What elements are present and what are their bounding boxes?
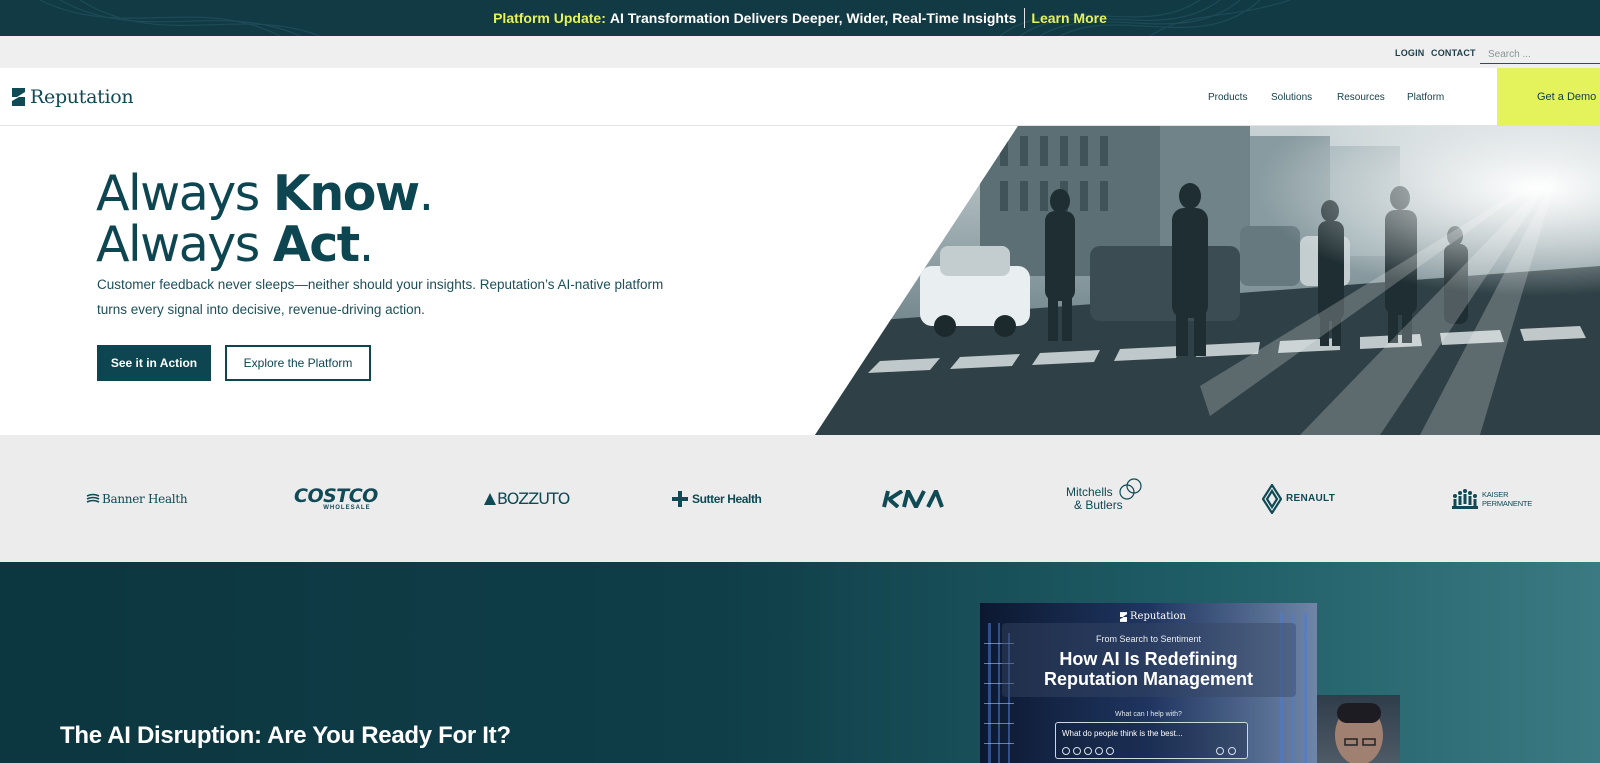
sutter-health-icon <box>672 490 688 507</box>
image-icon <box>1106 747 1114 755</box>
kaiser-people-icon <box>1452 488 1478 509</box>
hero-section: Always Know. Always Act. Customer feedba… <box>0 126 1600 435</box>
see-it-in-action-button[interactable]: See it in Action <box>97 345 211 381</box>
bozzuto-text: BOZZUTO <box>497 489 570 508</box>
promo-title: How AI Is Redefining Reputation Manageme… <box>980 649 1317 689</box>
banner-health-text: Banner Health <box>102 491 188 506</box>
bozzuto-triangle-icon <box>484 492 496 505</box>
attach-icon <box>1084 747 1092 755</box>
headline-line-1: Always Know. <box>96 165 435 222</box>
renault-diamond-icon <box>1262 483 1282 514</box>
explore-platform-button[interactable]: Explore the Platform <box>225 345 371 381</box>
butlers-text: & Butlers <box>1074 497 1123 512</box>
headline-1-bold: Know <box>272 165 420 222</box>
search-field <box>1480 44 1600 64</box>
mitchells-butlers-logo: Mitchells & Butlers <box>1066 435 1142 562</box>
plus-icon <box>1062 747 1070 755</box>
bozzuto-logo: BOZZUTO <box>484 435 570 562</box>
hero-subtitle: Customer feedback never sleeps—neither s… <box>97 277 664 317</box>
lightbulb-icon <box>1095 747 1103 755</box>
nav-products[interactable]: Products <box>1208 92 1247 103</box>
promo-logo-icon <box>1120 611 1127 622</box>
section-title: The AI Disruption: Are You Ready For It? <box>60 722 511 749</box>
report-promo-image[interactable]: Reputation From Search to Sentiment How … <box>980 603 1317 763</box>
reputation-logo[interactable]: Reputation <box>12 86 134 108</box>
kaiser-text: KAISER <box>1482 489 1509 499</box>
headline-1-end: . <box>418 165 435 222</box>
kia-logo <box>880 435 944 562</box>
costco-text: COSTCO <box>294 484 378 507</box>
costco-subtext: WHOLESALE <box>323 504 371 511</box>
headline-2-bold: Act <box>272 216 360 273</box>
nav-resources[interactable]: Resources <box>1337 92 1385 103</box>
renault-logo: RENAULT <box>1262 435 1335 562</box>
announcement-text: AI Transformation Delivers Deeper, Wider… <box>609 10 1017 26</box>
person-photo <box>1317 695 1400 763</box>
promo-logo-text: Reputation <box>1130 611 1186 622</box>
reputation-logo-icon <box>12 88 25 106</box>
banner-health-icon <box>86 493 100 503</box>
learn-more-link[interactable]: Learn More <box>1031 10 1106 26</box>
promo-title-line-1: How AI Is Redefining <box>1059 649 1238 669</box>
banner-health-logo: Banner Health <box>86 435 188 562</box>
renault-text: RENAULT <box>1286 493 1336 504</box>
permanente-text: PERMANENTE <box>1482 498 1533 508</box>
nav-solutions[interactable]: Solutions <box>1271 92 1312 103</box>
ai-disruption-section: The AI Disruption: Are You Ready For It? <box>0 562 1600 763</box>
send-icon <box>1228 747 1236 755</box>
kia-wordmark-icon <box>882 489 944 508</box>
hero-headline: Always Know. Always Act. <box>96 165 435 270</box>
customer-logos: Banner Health COSTCO WHOLESALE BOZZUTO S… <box>0 435 1600 562</box>
promo-prompt-box: What do people think is the best... <box>1055 722 1248 759</box>
promo-logo: Reputation <box>1120 611 1186 622</box>
kaiser-text-group: KAISER PERMANENTE <box>1482 490 1532 508</box>
contact-link[interactable]: CONTACT <box>1431 48 1476 58</box>
headline-line-2: Always Act. <box>96 219 433 270</box>
promo-help-text: What can I help with? <box>1115 711 1182 718</box>
announcement-divider <box>1024 8 1026 28</box>
utility-bar: LOGIN CONTACT <box>0 36 1600 68</box>
costco-logo: COSTCO WHOLESALE <box>294 435 378 562</box>
login-link[interactable]: LOGIN <box>1395 48 1425 58</box>
promo-prompt-text: What do people think is the best... <box>1062 729 1183 738</box>
sutter-health-logo: Sutter Health <box>672 435 762 562</box>
announcement-highlight: Platform Update: <box>493 10 606 26</box>
logo-wordmark: Reputation <box>30 86 134 108</box>
kaiser-permanente-logo: KAISER PERMANENTE <box>1452 435 1532 562</box>
nav-platform[interactable]: Platform <box>1407 92 1444 103</box>
promo-title-line-2: Reputation Management <box>1043 669 1253 689</box>
promo-kicker: From Search to Sentiment <box>1095 634 1202 644</box>
get-a-demo-button[interactable]: Get a Demo <box>1497 68 1600 126</box>
announcement-bar: Platform Update: AI Transformation Deliv… <box>0 0 1600 36</box>
person-silhouette <box>1335 703 1383 763</box>
announcement-content: Platform Update: AI Transformation Deliv… <box>0 0 1600 36</box>
mic-icon <box>1216 747 1224 755</box>
main-navigation: Reputation Products Solutions Resources … <box>0 68 1600 126</box>
mitchells-circles-icon <box>1119 478 1142 500</box>
sutter-health-text: Sutter Health <box>692 491 762 506</box>
headline-1-light: Always <box>96 165 273 222</box>
globe-icon <box>1073 747 1081 755</box>
headline-2-light: Always <box>96 216 273 273</box>
mitchells-text: Mitchells <box>1066 484 1113 499</box>
headline-2-end: . <box>358 216 375 273</box>
search-input[interactable] <box>1480 45 1600 64</box>
